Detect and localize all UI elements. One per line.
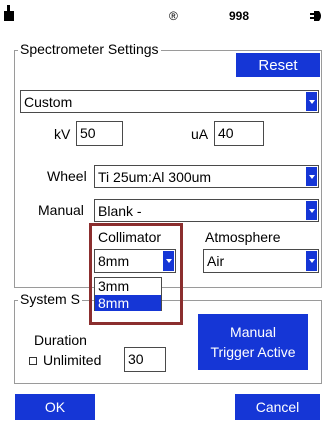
chevron-down-icon [306,92,317,111]
ok-button[interactable]: OK [15,394,95,420]
mode-select[interactable]: Custom [20,90,319,113]
collimator-select-value: 8mm [98,253,130,269]
atmosphere-label: Atmosphere [205,229,281,245]
manual-trigger-line2: Trigger Active [210,344,296,360]
registered-symbol: ® [169,9,178,23]
manual-label: Manual [38,202,84,218]
status-value: 998 [229,9,250,23]
wheel-select[interactable]: Ti 25um:Al 300um [94,165,319,188]
ua-label: uA [191,126,209,142]
duration-input[interactable]: 30 [124,347,166,372]
mode-select-value: Custom [24,94,73,110]
spectrometer-settings-title: Spectrometer Settings [18,41,161,57]
chevron-down-icon [163,251,174,271]
manual-select-value: Blank - [98,203,142,219]
collimator-label: Collimator [98,229,162,245]
wheel-select-value: Ti 25um:Al 300um [98,169,212,185]
collimator-select[interactable]: 8mm [94,249,176,273]
ua-input[interactable]: 40 [214,121,264,146]
ok-button-label: OK [44,399,66,415]
reset-button-label: Reset [258,56,298,74]
manual-trigger-line1: Manual [230,324,276,340]
atmosphere-select[interactable]: Air [203,249,319,273]
unlimited-checkbox[interactable] [29,357,37,365]
collimator-option-3mm[interactable]: 3mm [95,278,161,294]
system-settings-title: System S [18,291,82,307]
person-icon [3,5,15,21]
chevron-down-icon [306,167,317,186]
cancel-button[interactable]: Cancel [235,394,320,420]
collimator-option-8mm[interactable]: 8mm [95,295,161,311]
chevron-down-icon [306,201,317,220]
reset-button[interactable]: Reset [236,53,320,77]
manual-trigger-button[interactable]: Manual Trigger Active [198,314,308,370]
kv-label: kV [54,126,71,142]
kv-input[interactable]: 50 [76,121,123,146]
manual-select[interactable]: Blank - [94,199,319,222]
status-bar: ® 998 [0,0,328,30]
wheel-label: Wheel [47,168,87,184]
atmosphere-select-value: Air [207,253,225,269]
chevron-down-icon [306,251,317,271]
duration-label: Duration [34,332,87,348]
cancel-button-label: Cancel [255,399,300,415]
plug-icon [310,9,324,21]
unlimited-label: Unlimited [43,352,102,368]
collimator-dropdown-list: 3mm 8mm [94,277,162,311]
